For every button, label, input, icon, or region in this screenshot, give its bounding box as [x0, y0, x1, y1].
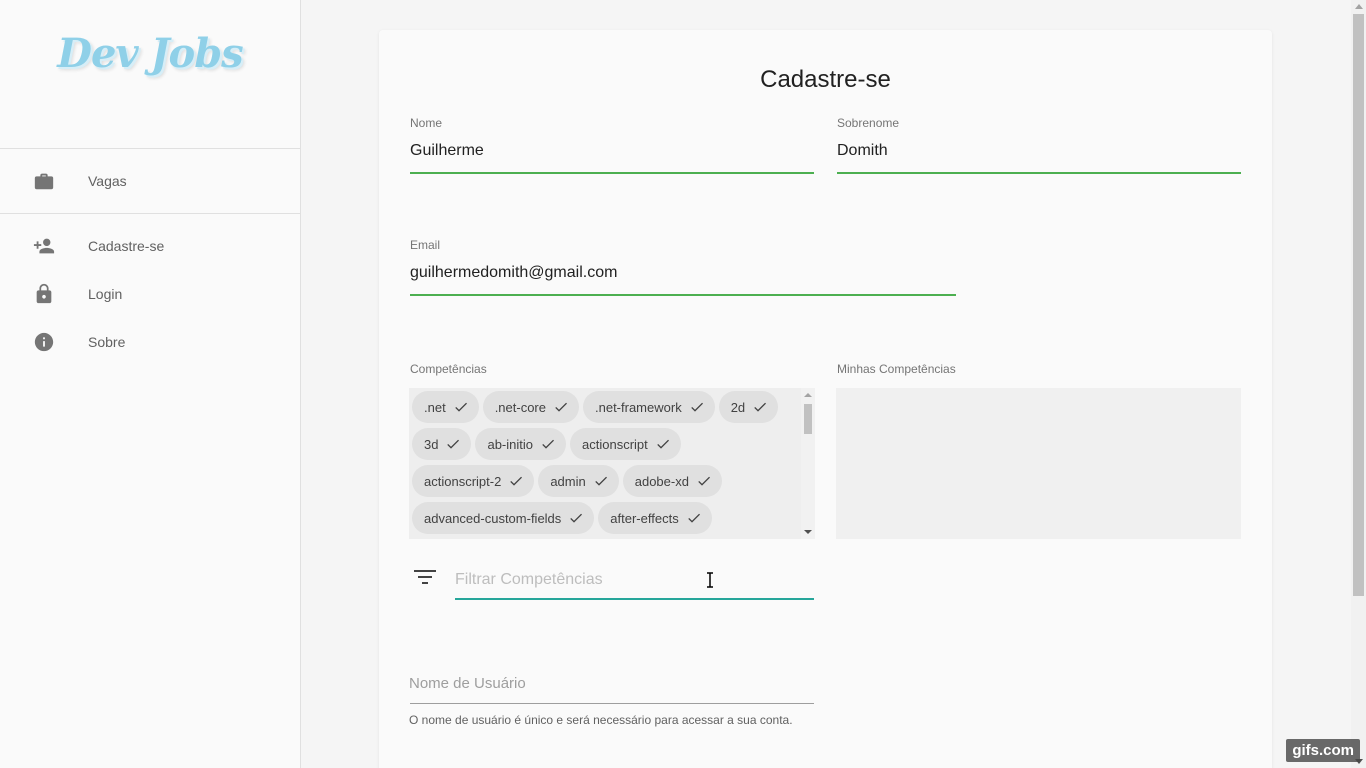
briefcase-icon	[34, 173, 54, 190]
filter-skills-input[interactable]	[455, 563, 813, 597]
my-skills-label: Minhas Competências	[837, 362, 956, 376]
scroll-thumb[interactable]	[804, 404, 812, 434]
last-name-field[interactable]: Domith	[837, 142, 1241, 160]
skill-chip-label: actionscript-2	[424, 473, 502, 489]
skill-chip-label: actionscript	[582, 436, 648, 452]
last-name-label: Sobrenome	[837, 116, 900, 130]
skill-chip[interactable]: .net	[412, 391, 479, 423]
skill-chip-label: .net	[424, 399, 446, 415]
scroll-down-arrow-icon[interactable]	[804, 530, 812, 534]
check-icon	[698, 476, 710, 486]
email-label: Email	[410, 238, 441, 252]
check-icon	[657, 439, 669, 449]
my-skills-list[interactable]	[836, 388, 1241, 539]
skill-chip[interactable]: actionscript	[570, 428, 681, 460]
sidebar: Dev Jobs Vagas Cadastre-se Login Sobre	[0, 0, 301, 768]
email-field[interactable]: guilhermedomith@gmail.com	[410, 264, 956, 282]
skill-chip[interactable]: .net-core	[482, 391, 579, 423]
skills-chip-container: .net .net-core .net-framework 2d 3d ab-initio…	[412, 391, 797, 539]
signup-card: Cadastre-se Nome Guilherme Sobrenome Dom…	[379, 30, 1272, 768]
watermark: gifs.com	[1286, 739, 1360, 762]
person-add-icon	[33, 238, 55, 254]
last-name-underline	[837, 172, 1241, 174]
info-icon	[34, 332, 54, 352]
skill-chip[interactable]: 3d	[412, 428, 472, 460]
check-icon	[542, 439, 554, 449]
skills-scrollbar[interactable]	[801, 388, 815, 539]
first-name-underline	[410, 172, 814, 174]
skill-chip[interactable]: after-effects	[598, 502, 712, 534]
skill-chip-label: 3d	[424, 436, 439, 452]
sidebar-divider	[0, 148, 300, 149]
check-icon	[687, 513, 700, 523]
sidebar-divider	[0, 213, 300, 214]
skills-label: Competências	[410, 362, 487, 376]
sidebar-item-label: Login	[88, 286, 123, 302]
check-icon	[454, 402, 467, 412]
scroll-thumb[interactable]	[1353, 14, 1364, 596]
skill-chip[interactable]: advanced-custom-fields	[412, 502, 595, 534]
sidebar-item-sobre[interactable]: Sobre	[0, 318, 300, 366]
check-icon	[510, 476, 523, 486]
sidebar-item-label: Sobre	[88, 334, 126, 350]
first-name-label: Nome	[410, 116, 443, 130]
skill-chip-label: .net-framework	[595, 399, 682, 415]
skill-chip-label: 2d	[730, 399, 746, 415]
filter-underline	[455, 598, 814, 600]
skill-chip[interactable]: 2d	[718, 391, 779, 423]
check-icon	[595, 476, 607, 486]
email-underline	[410, 294, 956, 296]
skill-chip[interactable]: actionscript-2	[412, 465, 535, 497]
skill-chip[interactable]: admin	[538, 465, 619, 497]
lock-icon	[36, 283, 52, 304]
skill-chip-label: admin	[550, 473, 586, 489]
sidebar-item-label: Cadastre-se	[88, 238, 165, 254]
check-icon	[690, 402, 703, 412]
skill-chip-label: ab-initio	[487, 436, 533, 452]
skill-chip[interactable]: .net-framework	[583, 391, 715, 423]
username-helper-text: O nome de usuário é único e será necessá…	[409, 713, 793, 727]
sidebar-item-label: Vagas	[88, 173, 127, 189]
check-icon	[754, 402, 767, 412]
skill-chip[interactable]: ab-initio	[475, 428, 566, 460]
skill-chip[interactable]: adobe-xd	[622, 465, 722, 497]
check-icon	[555, 402, 567, 412]
page-scrollbar[interactable]	[1351, 0, 1366, 768]
skill-chip-label: .net-core	[494, 399, 546, 415]
sidebar-item-vagas[interactable]: Vagas	[0, 157, 300, 205]
skill-chip-label: advanced-custom-fields	[424, 510, 562, 526]
check-icon	[570, 513, 583, 523]
username-underline	[410, 703, 814, 704]
first-name-field[interactable]: Guilherme	[410, 142, 814, 160]
skill-chip-label: adobe-xd	[634, 473, 689, 489]
page-title: Cadastre-se	[760, 66, 891, 93]
filter-icon	[414, 570, 436, 584]
text-cursor-icon	[707, 572, 713, 588]
sidebar-item-cadastre-se[interactable]: Cadastre-se	[0, 222, 300, 270]
sidebar-item-login[interactable]: Login	[0, 270, 300, 318]
skills-list[interactable]: .net .net-core .net-framework 2d 3d ab-initio…	[409, 388, 815, 539]
check-icon	[447, 439, 460, 449]
skill-chip-label: after-effects	[610, 510, 679, 526]
scroll-up-arrow-icon[interactable]	[804, 393, 812, 397]
app-logo[interactable]: Dev Jobs	[0, 30, 300, 77]
username-input[interactable]	[409, 668, 814, 698]
scroll-up-arrow-icon[interactable]	[1355, 4, 1363, 9]
